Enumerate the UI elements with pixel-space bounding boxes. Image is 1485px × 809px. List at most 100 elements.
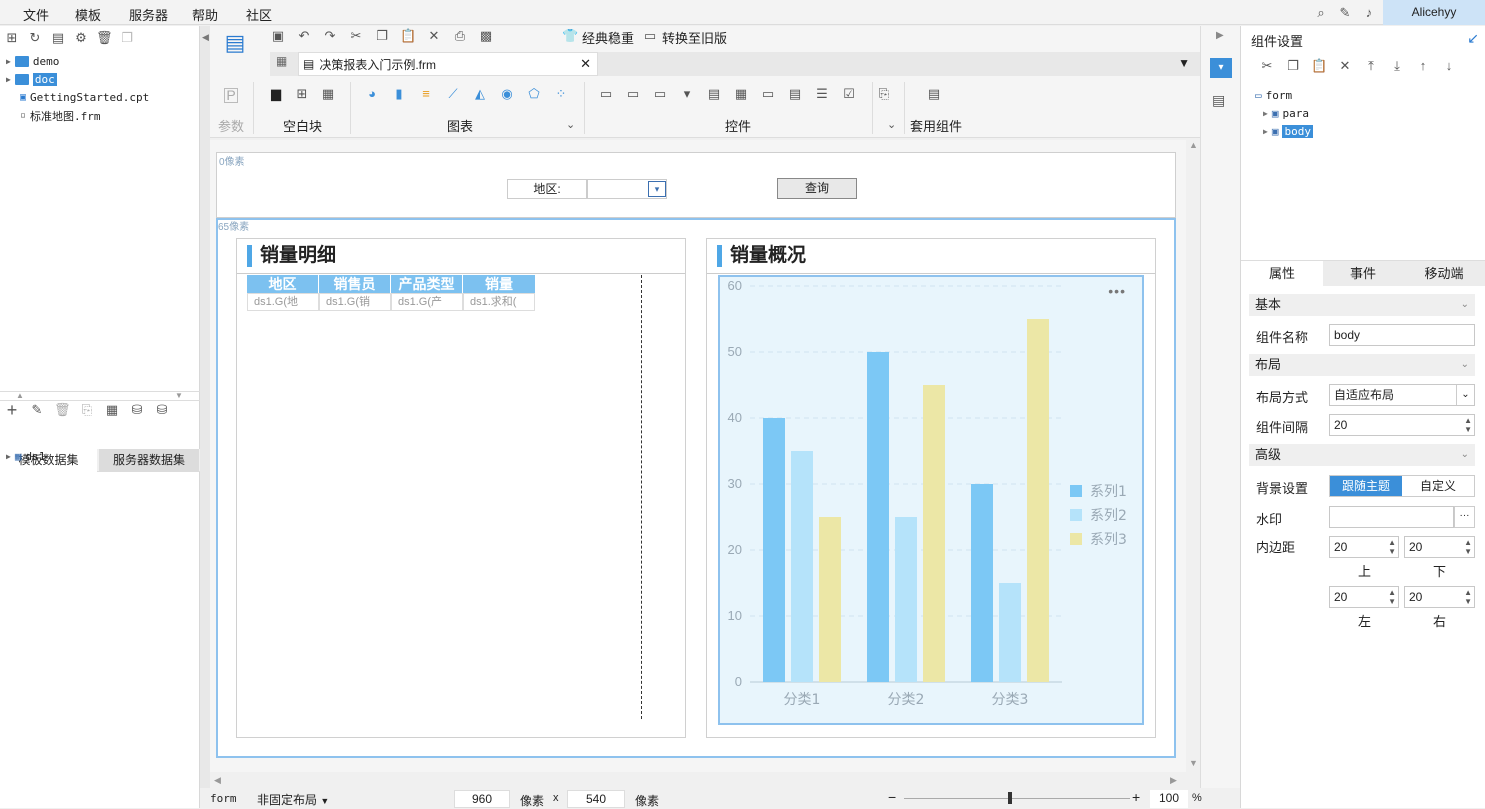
close-icon[interactable]: ✕ (426, 28, 442, 44)
dropdown-widget-icon[interactable]: ▾ (679, 86, 695, 102)
section-layout[interactable]: 布局 ⌄ (1249, 354, 1475, 376)
image-icon[interactable]: ▩ (478, 28, 494, 44)
gap-input[interactable]: 20 ▲ ▼ (1329, 414, 1475, 436)
stepper-icon[interactable]: ▲ ▼ (1388, 538, 1396, 556)
database-icon[interactable]: ⛁ (129, 402, 145, 418)
splitter[interactable]: ▲ ▼ (0, 391, 200, 401)
cut-icon[interactable]: ✂ (1259, 58, 1275, 74)
dropdown-icon[interactable]: ▾ (648, 181, 666, 197)
tab-mobile[interactable]: 移动端 (1403, 261, 1485, 287)
hbar-chart-icon[interactable]: ≡ (418, 86, 434, 102)
tree-widget-icon[interactable]: ▤ (706, 86, 722, 102)
tab-server-datasets[interactable]: 服务器数据集 (99, 449, 199, 472)
stepper-icon[interactable]: ▲ ▼ (1464, 416, 1472, 434)
doc-tab[interactable]: ▤ 决策报表入门示例.frm ✕ (298, 52, 598, 76)
undo-icon[interactable]: ↶ (296, 28, 312, 44)
radar-chart-icon[interactable]: ⬠ (526, 86, 542, 102)
open-icon[interactable]: ▤ (50, 30, 66, 46)
grid-block-icon[interactable]: ▦ (320, 86, 336, 102)
tab-events[interactable]: 事件 (1323, 261, 1403, 287)
dataset-item[interactable]: ▶ ▦ ds1 (6, 448, 45, 465)
section-basic[interactable]: 基本 ⌄ (1249, 294, 1475, 316)
delete-icon[interactable]: 🗑 (54, 402, 71, 418)
expand-icon[interactable]: ▶ (6, 57, 11, 66)
chart-area[interactable]: ••• 0 10 20 30 40 50 60 分类1 分类2 分类3 系列1 系列2 系列3 (718, 275, 1144, 725)
collapse-up-icon[interactable]: ▲ (16, 391, 24, 400)
tree-item-demo[interactable]: ▶ demo (6, 53, 59, 70)
form-preview-icon[interactable]: ▤ (222, 30, 248, 70)
data-cell[interactable]: ds1.G(销 (319, 293, 391, 311)
pin-icon[interactable]: ↙ (1467, 30, 1479, 47)
parameter-icon[interactable]: P (224, 88, 238, 103)
tab-properties[interactable]: 属性 (1241, 261, 1323, 287)
notes-icon[interactable]: ✎ (1337, 5, 1353, 21)
body-container[interactable]: 65像素 销量明细 地区 销售员 产品类型 销量 ds1.G(地 ds1.G(销… (216, 218, 1176, 758)
padding-right-input[interactable]: 20 ▲ ▼ (1404, 586, 1475, 608)
move-down-icon[interactable]: ↓ (1441, 58, 1457, 74)
layout-icon[interactable]: ▦ (276, 54, 287, 68)
text-widget-icon[interactable]: ▭ (625, 86, 641, 102)
user-name[interactable]: Alicehyy (1383, 0, 1485, 25)
input-widget-icon[interactable]: ▭ (652, 86, 668, 102)
component-name-input[interactable]: body (1329, 324, 1475, 346)
expand-right-icon[interactable]: ▶ (1216, 30, 1224, 41)
table-edit-icon[interactable]: ▦ (104, 402, 120, 418)
copy-icon[interactable]: ❐ (1285, 58, 1301, 74)
stepper-icon[interactable]: ▲ ▼ (1464, 538, 1472, 556)
copy-icon[interactable]: ❐ (119, 30, 135, 46)
scroll-down-icon[interactable]: ▼ (1189, 758, 1198, 768)
menu-file[interactable]: 文件 (23, 5, 49, 24)
chart-card[interactable]: 销量概况 ••• 0 10 20 30 40 50 60 分类1 分类2 分类3 系列1 系列2 系列3 (706, 238, 1156, 738)
redo-icon[interactable]: ↷ (322, 28, 338, 44)
padding-left-input[interactable]: 20 ▲ ▼ (1329, 586, 1399, 608)
settings-icon[interactable]: ⚙ (73, 30, 89, 46)
delete-icon[interactable]: 🗑 (96, 30, 113, 46)
header-cell[interactable]: 销量 (463, 275, 535, 293)
menu-template[interactable]: 模板 (75, 5, 101, 24)
component-library-icon[interactable]: ▤ (1212, 92, 1225, 109)
tree-node-para[interactable]: ▶ ▣ para (1255, 104, 1313, 122)
data-cell[interactable]: ds1.G(产 (391, 293, 463, 311)
table-card[interactable]: 销量明细 地区 销售员 产品类型 销量 ds1.G(地 ds1.G(销 ds1.… (236, 238, 686, 738)
list-widget-icon[interactable]: ▤ (787, 86, 803, 102)
more-icon[interactable]: ··· (1454, 506, 1475, 528)
query-widget-icon[interactable]: ⎘ (876, 86, 892, 102)
header-cell[interactable]: 销售员 (319, 275, 391, 293)
move-top-icon[interactable]: ⤒ (1363, 58, 1379, 74)
move-up-icon[interactable]: ↑ (1415, 58, 1431, 74)
chevron-down-icon[interactable]: ⌄ (566, 118, 575, 131)
area-chart-icon[interactable]: ◭ (472, 86, 488, 102)
para-container[interactable]: 0像素 地区: ▾ 查询 (216, 152, 1176, 218)
stepper-icon[interactable]: ▲ ▼ (1464, 588, 1472, 606)
new-file-icon[interactable]: ⊞ (4, 30, 20, 46)
convert-old-button[interactable]: ▭ 转换至旧版 (642, 28, 727, 47)
date-widget-icon[interactable]: ▦ (733, 86, 749, 102)
classic-theme-button[interactable]: 👕 经典稳重 (562, 28, 634, 47)
zoom-in-icon[interactable]: + (1132, 789, 1140, 805)
database-settings-icon[interactable]: ⛁ (154, 402, 170, 418)
data-cell[interactable]: ds1.求和( (463, 293, 535, 311)
left-collapse-bar[interactable]: ◀ (200, 26, 210, 788)
move-bottom-icon[interactable]: ⤓ (1389, 58, 1405, 74)
region-select[interactable]: ▾ (587, 179, 667, 199)
width-input[interactable]: 960 (454, 790, 510, 808)
tree-node-body[interactable]: ▶ ▣ body (1255, 122, 1313, 140)
tab-menu-icon[interactable]: ▼ (1178, 56, 1190, 70)
menu-community[interactable]: 社区 (246, 5, 272, 24)
query-button[interactable]: 查询 (777, 178, 857, 199)
tab-block-icon[interactable]: ⊞ (294, 86, 310, 102)
height-input[interactable]: 540 (567, 790, 625, 808)
preview-icon[interactable]: ⎘ (79, 402, 95, 418)
chevron-down-icon[interactable]: ⌄ (887, 118, 896, 131)
bell-icon[interactable]: ♪ (1361, 5, 1377, 21)
template-component-icon[interactable]: ▤ (926, 86, 942, 102)
collapse-down-icon[interactable]: ▼ (175, 391, 183, 400)
pie-chart-icon[interactable]: ◕ (364, 86, 380, 102)
report-table[interactable]: 地区 销售员 产品类型 销量 ds1.G(地 ds1.G(销 ds1.G(产 d… (247, 275, 535, 311)
layout-mode-select[interactable]: 自适应布局 ⌄ (1329, 384, 1475, 406)
add-dataset-icon[interactable]: + (4, 401, 20, 419)
scroll-right-icon[interactable]: ▶ (1170, 775, 1177, 786)
watermark-input[interactable] (1329, 506, 1454, 528)
section-advanced[interactable]: 高级 ⌄ (1249, 444, 1475, 466)
scroll-up-icon[interactable]: ▲ (1189, 140, 1198, 150)
